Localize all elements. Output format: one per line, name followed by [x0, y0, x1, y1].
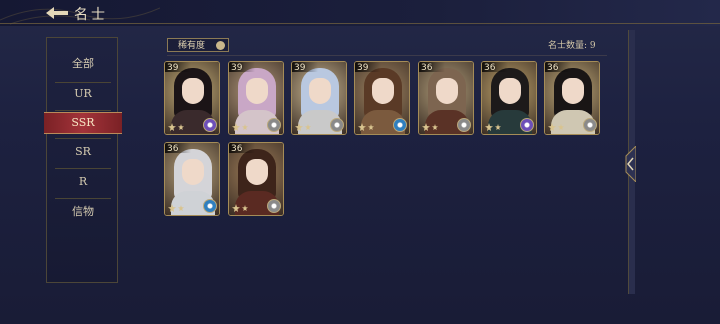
- element-badge-icon: [330, 118, 344, 132]
- element-badge-icon: [393, 118, 407, 132]
- portrait-face: [182, 159, 204, 185]
- back-arrow-icon[interactable]: [44, 5, 70, 21]
- character-count: 名士数量: 9: [548, 41, 596, 51]
- element-badge-icon: [203, 199, 217, 213]
- portrait-face: [309, 78, 331, 104]
- header-divider: [0, 23, 720, 24]
- sidebar-divider: [55, 82, 111, 83]
- portrait-face: [246, 78, 268, 104]
- card-level: 39: [167, 63, 179, 73]
- card-level: 36: [231, 144, 243, 154]
- sidebar-item-all[interactable]: 全部: [47, 54, 119, 74]
- sidebar-divider: [55, 168, 111, 169]
- star-icon: [548, 123, 564, 131]
- rarity-filter-dropdown[interactable]: 稀有度: [167, 38, 229, 52]
- card-level: 36: [547, 63, 559, 73]
- card-level: 39: [231, 63, 243, 73]
- element-badge-icon: [520, 118, 534, 132]
- element-badge-icon: [583, 118, 597, 132]
- portrait-face: [246, 159, 268, 185]
- star-icon: [232, 123, 248, 131]
- sidebar-item-token[interactable]: 信物: [47, 202, 119, 222]
- star-icon: [358, 123, 374, 131]
- chevron-down-icon: [216, 41, 225, 50]
- character-card[interactable]: 39: [291, 61, 347, 135]
- element-badge-icon: [457, 118, 471, 132]
- sidebar-divider: [55, 138, 111, 139]
- element-badge-icon: [203, 118, 217, 132]
- star-icon: [168, 123, 184, 131]
- card-level: 36: [167, 144, 179, 154]
- character-card[interactable]: 39: [354, 61, 410, 135]
- character-card[interactable]: 39: [228, 61, 284, 135]
- character-card[interactable]: 36: [228, 142, 284, 216]
- sidebar-divider: [55, 198, 111, 199]
- character-card[interactable]: 36: [418, 61, 474, 135]
- element-badge-icon: [267, 118, 281, 132]
- star-icon: [295, 123, 311, 131]
- portrait-face: [182, 78, 204, 104]
- element-badge-icon: [267, 199, 281, 213]
- character-card[interactable]: 36: [164, 142, 220, 216]
- card-level: 39: [294, 63, 306, 73]
- portrait-face: [562, 78, 584, 104]
- category-sidebar: 全部 UR SSR SR R 信物: [44, 37, 122, 283]
- sidebar-divider: [55, 110, 111, 111]
- sidebar-item-ur[interactable]: UR: [47, 84, 119, 104]
- sidebar-item-r[interactable]: R: [47, 172, 119, 192]
- sidebar-item-sr[interactable]: SR: [47, 142, 119, 162]
- portrait-face: [499, 78, 521, 104]
- top-bar: 名士: [0, 0, 720, 26]
- rarity-filter-label: 稀有度: [178, 41, 206, 51]
- star-icon: [232, 204, 248, 212]
- page-title: 名士: [74, 7, 108, 23]
- toolbar-divider: [167, 55, 607, 56]
- star-icon: [485, 123, 501, 131]
- star-icon: [422, 123, 438, 131]
- portrait-face: [436, 78, 458, 104]
- character-card[interactable]: 36: [544, 61, 600, 135]
- collapse-arrow-icon[interactable]: [622, 146, 636, 182]
- star-icon: [168, 204, 184, 212]
- card-level: 39: [357, 63, 369, 73]
- character-card[interactable]: 36: [481, 61, 537, 135]
- portrait-face: [372, 78, 394, 104]
- card-level: 36: [421, 63, 433, 73]
- character-card[interactable]: 39: [164, 61, 220, 135]
- sidebar-item-ssr[interactable]: SSR: [44, 112, 122, 134]
- card-level: 36: [484, 63, 496, 73]
